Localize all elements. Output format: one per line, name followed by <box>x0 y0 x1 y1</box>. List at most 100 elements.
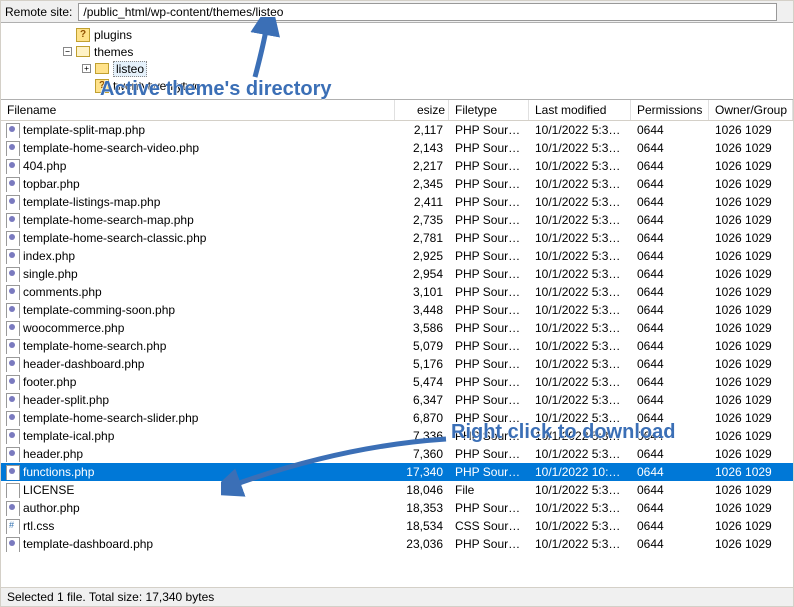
file-type: PHP Sourc... <box>449 357 529 371</box>
remote-site-bar: Remote site: /public_html/wp-content/the… <box>1 1 793 23</box>
file-owner: 1026 1029 <box>709 375 793 389</box>
file-type: PHP Sourc... <box>449 411 529 425</box>
file-name: template-home-search-classic.php <box>23 231 206 245</box>
col-header-filesize[interactable]: esize <box>395 100 449 120</box>
file-name: template-listings-map.php <box>23 195 160 209</box>
file-permissions: 0644 <box>631 285 709 299</box>
file-modified: 10/1/2022 5:35:... <box>529 249 631 263</box>
file-row[interactable]: template-home-search-map.php2,735PHP Sou… <box>1 211 793 229</box>
file-type: PHP Sourc... <box>449 321 529 335</box>
file-php-icon <box>5 320 19 336</box>
file-size: 2,781 <box>395 231 449 245</box>
file-owner: 1026 1029 <box>709 213 793 227</box>
file-type: PHP Sourc... <box>449 447 529 461</box>
file-modified: 10/1/2022 5:35:... <box>529 339 631 353</box>
file-owner: 1026 1029 <box>709 465 793 479</box>
file-modified: 10/1/2022 5:35:... <box>529 213 631 227</box>
file-php-icon <box>5 230 19 246</box>
file-modified: 10/1/2022 5:35:... <box>529 429 631 443</box>
file-row[interactable]: template-home-search-classic.php2,781PHP… <box>1 229 793 247</box>
file-modified: 10/1/2022 5:35:... <box>529 537 631 551</box>
file-list[interactable]: template-split-map.php2,117PHP Sourc...1… <box>1 121 793 587</box>
file-row[interactable]: template-dashboard.php23,036PHP Sourc...… <box>1 535 793 553</box>
file-modified: 10/1/2022 5:35:... <box>529 231 631 245</box>
file-row[interactable]: comments.php3,101PHP Sourc...10/1/2022 5… <box>1 283 793 301</box>
file-owner: 1026 1029 <box>709 537 793 551</box>
file-row[interactable]: template-listings-map.php2,411PHP Sourc.… <box>1 193 793 211</box>
tree-expand-icon[interactable]: + <box>82 64 91 73</box>
file-type: PHP Sourc... <box>449 123 529 137</box>
remote-path-input[interactable]: /public_html/wp-content/themes/listeo <box>78 3 777 21</box>
file-css-icon <box>5 518 19 534</box>
file-name: LICENSE <box>23 483 74 497</box>
file-size: 2,925 <box>395 249 449 263</box>
file-row[interactable]: template-split-map.php2,117PHP Sourc...1… <box>1 121 793 139</box>
file-row[interactable]: author.php18,353PHP Sourc...10/1/2022 5:… <box>1 499 793 517</box>
tree-item-twentytwentytwo[interactable]: twentytwentytwo <box>113 79 201 93</box>
file-modified: 10/1/2022 5:35:... <box>529 501 631 515</box>
file-row[interactable]: LICENSE18,046File10/1/2022 5:35:...06441… <box>1 481 793 499</box>
file-owner: 1026 1029 <box>709 141 793 155</box>
file-php-icon <box>5 338 19 354</box>
file-permissions: 0644 <box>631 519 709 533</box>
tree-item-themes[interactable]: themes <box>94 45 133 59</box>
file-row[interactable]: header-split.php6,347PHP Sourc...10/1/20… <box>1 391 793 409</box>
file-type: PHP Sourc... <box>449 375 529 389</box>
file-type: PHP Sourc... <box>449 141 529 155</box>
file-row[interactable]: 404.php2,217PHP Sourc...10/1/2022 5:35:.… <box>1 157 793 175</box>
file-row[interactable]: rtl.css18,534CSS Sourc...10/1/2022 5:35:… <box>1 517 793 535</box>
file-name: template-home-search.php <box>23 339 166 353</box>
file-permissions: 0644 <box>631 213 709 227</box>
file-row[interactable]: template-home-search.php5,079PHP Sourc..… <box>1 337 793 355</box>
file-row[interactable]: template-comming-soon.php3,448PHP Sourc.… <box>1 301 793 319</box>
remote-path-text: /public_html/wp-content/themes/listeo <box>83 5 283 19</box>
file-type: PHP Sourc... <box>449 159 529 173</box>
file-type: PHP Sourc... <box>449 267 529 281</box>
file-row[interactable]: functions.php17,340PHP Sourc...10/1/2022… <box>1 463 793 481</box>
file-type: File <box>449 483 529 497</box>
file-name: rtl.css <box>23 519 54 533</box>
col-header-filetype[interactable]: Filetype <box>449 100 529 120</box>
file-php-icon <box>5 140 19 156</box>
file-row[interactable]: template-home-search-slider.php6,870PHP … <box>1 409 793 427</box>
file-modified: 10/1/2022 5:35:... <box>529 141 631 155</box>
file-row[interactable]: topbar.php2,345PHP Sourc...10/1/2022 5:3… <box>1 175 793 193</box>
file-row[interactable]: single.php2,954PHP Sourc...10/1/2022 5:3… <box>1 265 793 283</box>
folder-unknown-icon: ? <box>76 28 90 42</box>
file-row[interactable]: template-home-search-video.php2,143PHP S… <box>1 139 793 157</box>
column-headers[interactable]: Filename esize Filetype Last modified Pe… <box>1 100 793 121</box>
file-type: PHP Sourc... <box>449 537 529 551</box>
file-name: 404.php <box>23 159 66 173</box>
file-permissions: 0644 <box>631 231 709 245</box>
file-row[interactable]: woocommerce.php3,586PHP Sourc...10/1/202… <box>1 319 793 337</box>
col-header-permissions[interactable]: Permissions <box>631 100 709 120</box>
file-row[interactable]: header-dashboard.php 5,176PHP Sourc...10/… <box>1 355 793 373</box>
file-row[interactable]: index.php2,925PHP Sourc...10/1/2022 5:35… <box>1 247 793 265</box>
file-name: header-split.php <box>23 393 109 407</box>
file-php-icon <box>5 536 19 552</box>
file-permissions: 0644 <box>631 375 709 389</box>
file-permissions: 0644 <box>631 447 709 461</box>
file-owner: 1026 1029 <box>709 249 793 263</box>
file-owner: 1026 1029 <box>709 285 793 299</box>
tree-item-plugins[interactable]: plugins <box>94 28 132 42</box>
file-size: 5,176 <box>395 357 449 371</box>
file-row[interactable]: footer.php5,474PHP Sourc...10/1/2022 5:3… <box>1 373 793 391</box>
file-modified: 10/1/2022 5:35:... <box>529 357 631 371</box>
remote-tree[interactable]: ? plugins − themes + listeo ? twentytwen… <box>1 23 793 100</box>
file-row[interactable]: template-ical.php7,336PHP Sourc...10/1/2… <box>1 427 793 445</box>
file-php-icon <box>5 212 19 228</box>
file-size: 18,046 <box>395 483 449 497</box>
tree-collapse-icon[interactable]: − <box>63 47 72 56</box>
file-size: 23,036 <box>395 537 449 551</box>
col-header-filename[interactable]: Filename <box>1 100 395 120</box>
file-row[interactable]: header.php7,360PHP Sourc...10/1/2022 5:3… <box>1 445 793 463</box>
file-modified: 10/1/2022 5:35:... <box>529 267 631 281</box>
file-size: 3,586 <box>395 321 449 335</box>
col-header-ownergroup[interactable]: Owner/Group <box>709 100 793 120</box>
file-type: PHP Sourc... <box>449 285 529 299</box>
file-name: header-dashboard.php <box>23 357 144 371</box>
file-name: comments.php <box>23 285 102 299</box>
col-header-lastmodified[interactable]: Last modified <box>529 100 631 120</box>
tree-item-listeo[interactable]: listeo <box>113 61 147 77</box>
